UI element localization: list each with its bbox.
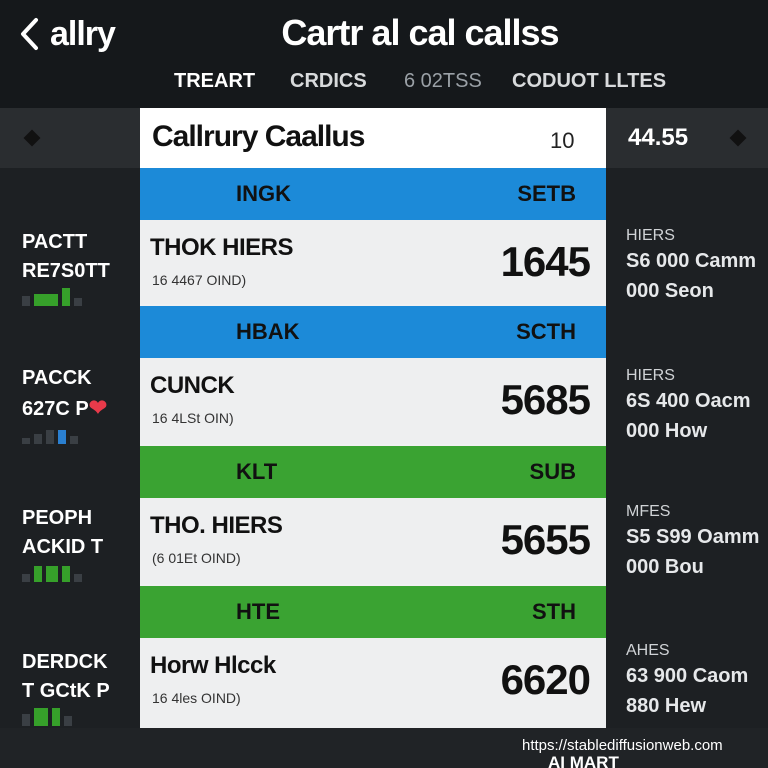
left-item-title: DERDCK [22, 651, 108, 673]
section-left-label: HBAK [236, 319, 300, 344]
left-item[interactable]: PACCK 627C P❤ [22, 364, 134, 444]
right-item-label: HIERS [626, 367, 675, 384]
item-subtitle: 16 4467 OIND) [152, 272, 247, 288]
right-item-line1: S6 000 Camm [626, 250, 757, 272]
left-item[interactable]: PACTT RE7S0TT [22, 228, 134, 306]
back-label: allry [50, 14, 116, 53]
right-item-label: HIERS [626, 227, 675, 244]
left-item-title: PEOPH [22, 507, 93, 529]
chevron-left-icon [21, 18, 38, 50]
item-value: 5685 [500, 376, 591, 423]
right-item-line2: 880 Hew [626, 695, 707, 717]
category-section: KLT SUB THO. HIERS (6 01Et OIND) 5655 [140, 446, 606, 584]
main-panel: Callrury Caallus 10 INGK SETB THOK HIERS… [140, 108, 606, 728]
left-item-subtitle: ACKID T [22, 536, 104, 558]
right-item-label: AHES [626, 642, 670, 659]
back-button[interactable]: allry [18, 12, 116, 56]
strip-value: 44.55 [628, 124, 689, 151]
item-value: 6620 [500, 656, 591, 703]
left-item-title: PACTT [22, 231, 88, 253]
tab-1[interactable]: TREART [174, 70, 255, 93]
section-header[interactable]: HTE STH [140, 586, 606, 638]
mini-bars [22, 708, 134, 726]
category-section: INGK SETB THOK HIERS 16 4467 OIND) 1645 [140, 168, 606, 304]
watermark-url: https://stablediffusionweb.com [522, 737, 723, 754]
item-name: Horw Hlcck [150, 652, 276, 679]
section-header[interactable]: INGK SETB [140, 168, 606, 220]
item-name: CUNCK [150, 372, 235, 399]
panel-count: 10 [550, 128, 575, 153]
item-name: THO. HIERS [150, 512, 283, 539]
tab-4[interactable]: CODUOT LLTES [512, 70, 666, 93]
right-item-line1: S5 S99 Oamm [626, 526, 760, 548]
left-item-title: PACCK [22, 367, 92, 389]
category-section: HTE STH Horw Hlcck 16 4les OIND) 6620 [140, 586, 606, 728]
left-item[interactable]: PEOPH ACKID T [22, 504, 134, 582]
category-section: HBAK SCTH CUNCK 16 4LSt OIN) 5685 [140, 306, 606, 444]
left-item-subtitle: T GCtK P [22, 680, 110, 702]
right-item-line2: 000 How [626, 420, 708, 442]
list-item[interactable]: CUNCK 16 4LSt OIN) 5685 [140, 358, 606, 444]
heart-icon: ❤ [88, 395, 108, 420]
item-subtitle: (6 01Et OIND) [152, 550, 241, 566]
section-left-label: HTE [236, 599, 280, 624]
left-item-subtitle: RE7S0TT [22, 260, 110, 282]
right-item[interactable]: HIERS 6S 400 Oacm 000 How [626, 366, 751, 446]
section-left-label: INGK [236, 181, 291, 206]
item-value: 5655 [500, 516, 591, 563]
right-item-label: MFES [626, 503, 671, 520]
list-item[interactable]: Horw Hlcck 16 4les OIND) 6620 [140, 638, 606, 728]
panel-header: Callrury Caallus 10 [140, 108, 606, 168]
list-item[interactable]: THO. HIERS (6 01Et OIND) 5655 [140, 498, 606, 584]
mini-bars [22, 288, 134, 306]
section-header[interactable]: KLT SUB [140, 446, 606, 498]
right-item-line2: 000 Seon [626, 280, 714, 302]
right-item-line1: 63 900 Caom [626, 665, 749, 687]
tab-2[interactable]: CRDICS [290, 70, 367, 93]
item-value: 1645 [500, 238, 591, 285]
left-item[interactable]: DERDCK T GCtK P [22, 648, 134, 726]
item-name: THOK HIERS [150, 234, 294, 261]
brand-label: AI MART [548, 753, 619, 768]
section-right-label: STH [532, 599, 576, 624]
right-item[interactable]: AHES 63 900 Caom 880 Hew [626, 641, 748, 721]
top-bar: allry Cartr al cal callss TREART CRDICS … [0, 0, 768, 108]
item-subtitle: 16 4les OIND) [152, 690, 241, 706]
item-subtitle: 16 4LSt OIN) [152, 410, 234, 426]
mini-bars [22, 564, 134, 582]
page-title: Cartr al cal callss [281, 12, 559, 53]
left-item-subtitle: 627C P❤ [22, 395, 108, 420]
list-item[interactable]: THOK HIERS 16 4467 OIND) 1645 [140, 220, 606, 304]
tab-bar: TREART CRDICS 6 02TSS CODUOT LLTES [150, 70, 670, 98]
section-right-label: SUB [529, 459, 576, 484]
right-item[interactable]: HIERS S6 000 Camm 000 Seon [626, 226, 756, 306]
section-left-label: KLT [236, 459, 278, 484]
section-right-label: SCTH [516, 319, 576, 344]
right-item[interactable]: MFES S5 S99 Oamm 000 Bou [626, 502, 759, 582]
tab-3[interactable]: 6 02TSS [404, 70, 482, 93]
right-item-line1: 6S 400 Oacm [626, 390, 751, 412]
mini-bars [22, 426, 134, 444]
right-item-line2: 000 Bou [626, 556, 704, 578]
panel-title: Callrury Caallus [152, 120, 365, 153]
section-right-label: SETB [517, 181, 576, 206]
section-header[interactable]: HBAK SCTH [140, 306, 606, 358]
